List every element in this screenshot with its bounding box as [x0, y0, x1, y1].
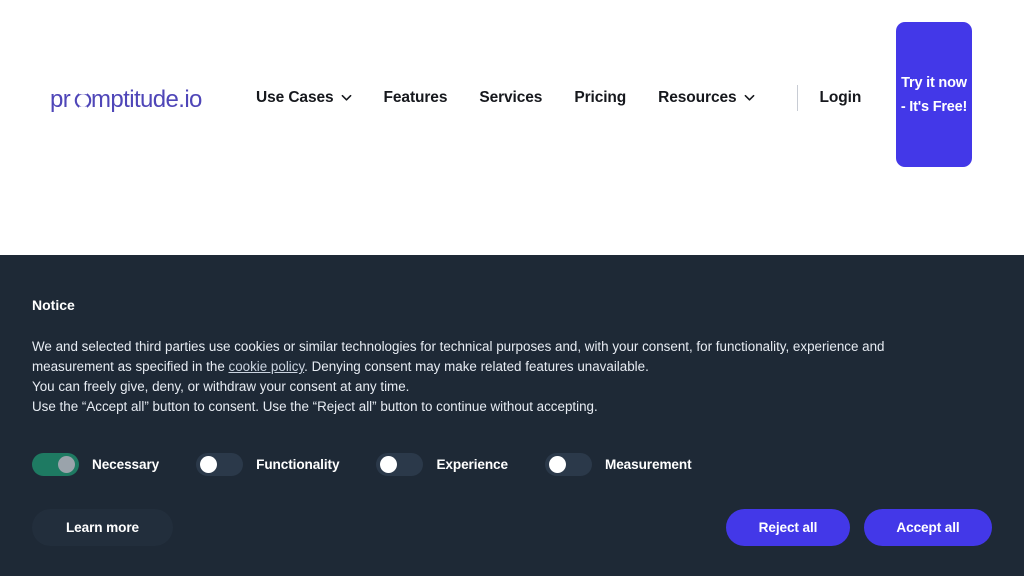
- notice-primary-actions: Reject all Accept all: [726, 509, 992, 546]
- learn-more-button[interactable]: Learn more: [32, 509, 173, 546]
- toggle-knob: [200, 456, 217, 473]
- reject-all-button[interactable]: Reject all: [726, 509, 850, 546]
- svg-text:pr: pr: [50, 87, 71, 113]
- toggle-group-functionality: Functionality: [196, 453, 339, 476]
- toggle-group-measurement: Measurement: [545, 453, 692, 476]
- nav-item-features[interactable]: Features: [368, 89, 464, 107]
- cookie-policy-link[interactable]: cookie policy: [229, 359, 305, 374]
- nav-item-resources[interactable]: Resources: [642, 89, 770, 107]
- toggle-knob: [58, 456, 75, 473]
- nav-links: Use Cases Features Services Pricing Reso…: [248, 85, 861, 111]
- nav-item-label: Features: [384, 89, 448, 107]
- notice-body: We and selected third parties use cookie…: [32, 337, 957, 417]
- nav-item-label: Services: [479, 89, 542, 107]
- nav-item-use-cases[interactable]: Use Cases: [248, 89, 368, 107]
- toggle-knob: [549, 456, 566, 473]
- site-header: pr mptitude.io Use Cases Features Servic…: [0, 0, 1024, 255]
- svg-text:mptitude.io: mptitude.io: [91, 87, 202, 113]
- notice-paragraph-1: We and selected third parties use cookie…: [32, 337, 957, 377]
- toggle-measurement[interactable]: [545, 453, 592, 476]
- consent-toggles: Necessary Functionality Experience Measu…: [32, 453, 992, 476]
- toggle-knob: [380, 456, 397, 473]
- toggle-label-functionality: Functionality: [256, 457, 339, 472]
- nav-item-label: Pricing: [574, 89, 626, 107]
- cookie-consent-banner: Notice We and selected third parties use…: [0, 255, 1024, 576]
- chevron-down-icon: [744, 92, 755, 103]
- toggle-label-experience: Experience: [436, 457, 508, 472]
- logo-wordmark-icon: pr mptitude.io: [50, 87, 232, 113]
- notice-heading: Notice: [32, 297, 992, 313]
- toggle-necessary[interactable]: [32, 453, 79, 476]
- toggle-label-necessary: Necessary: [92, 457, 159, 472]
- chevron-down-icon: [341, 92, 352, 103]
- nav-item-label: Use Cases: [256, 89, 334, 107]
- nav-item-pricing[interactable]: Pricing: [558, 89, 642, 107]
- nav-divider: [797, 85, 798, 111]
- nav-item-services[interactable]: Services: [463, 89, 558, 107]
- toggle-group-experience: Experience: [376, 453, 508, 476]
- notice-paragraph-2: You can freely give, deny, or withdraw y…: [32, 377, 957, 397]
- try-it-now-button[interactable]: Try it now - It's Free!: [896, 22, 972, 167]
- toggle-functionality[interactable]: [196, 453, 243, 476]
- login-link[interactable]: Login: [820, 89, 862, 107]
- main-navigation: pr mptitude.io Use Cases Features Servic…: [50, 78, 1024, 118]
- site-logo[interactable]: pr mptitude.io: [50, 87, 232, 113]
- toggle-group-necessary: Necessary: [32, 453, 159, 476]
- notice-paragraph-3: Use the “Accept all” button to consent. …: [32, 397, 957, 417]
- accept-all-button[interactable]: Accept all: [864, 509, 992, 546]
- toggle-label-measurement: Measurement: [605, 457, 692, 472]
- notice-actions: Learn more Reject all Accept all: [32, 509, 992, 546]
- nav-item-label: Resources: [658, 89, 736, 107]
- notice-paragraph-1-text-after: . Denying consent may make related featu…: [304, 359, 649, 374]
- toggle-experience[interactable]: [376, 453, 423, 476]
